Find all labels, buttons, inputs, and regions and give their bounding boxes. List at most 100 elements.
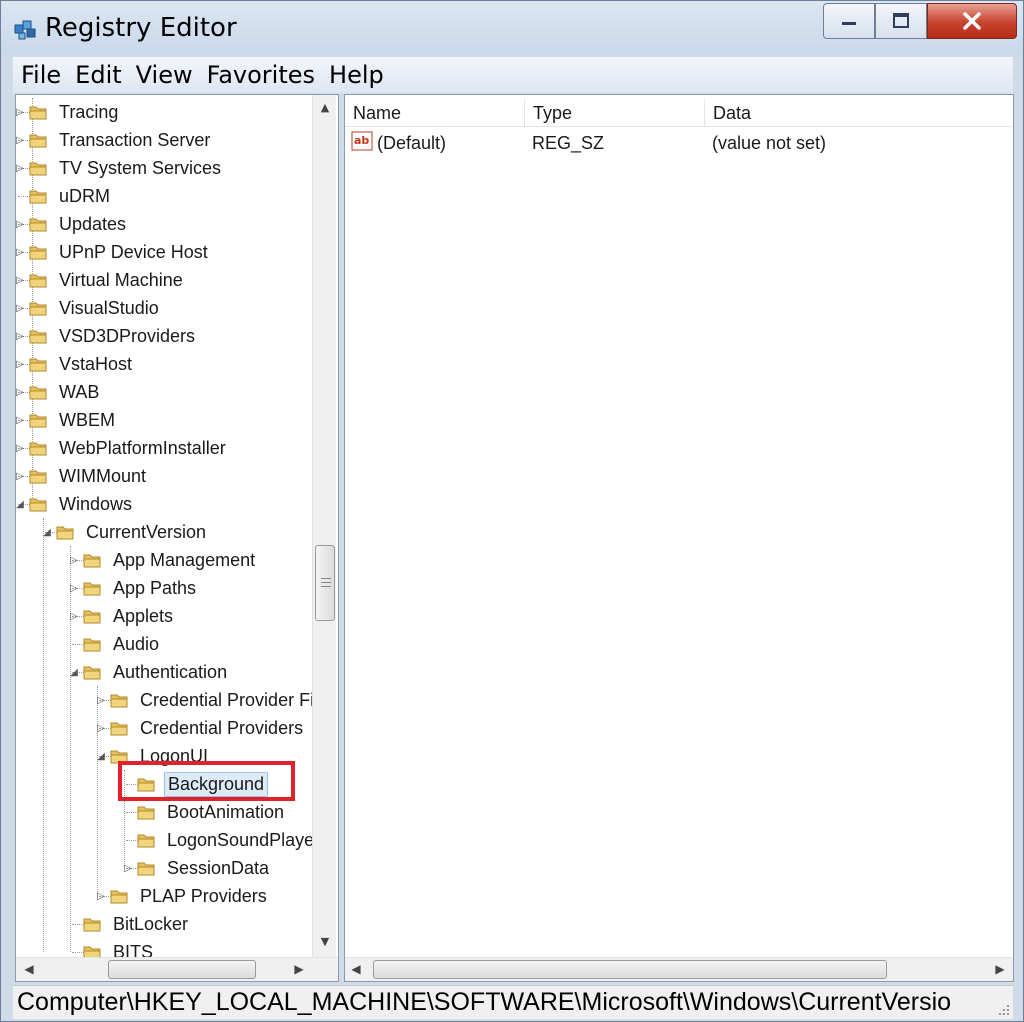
menu-favorites[interactable]: Favorites <box>207 61 315 89</box>
expand-arrow-icon[interactable]: ▷ <box>16 302 26 314</box>
tree-item[interactable]: ▷ Updates <box>16 210 129 238</box>
expand-arrow-icon[interactable]: ▷ <box>16 246 26 258</box>
tree-item-label: BitLocker <box>113 913 189 934</box>
tree-item[interactable]: ▷ TV System Services <box>16 154 224 182</box>
window-title: Registry Editor <box>45 13 237 43</box>
expand-arrow-icon[interactable]: ▷ <box>16 386 26 398</box>
close-button[interactable] <box>927 3 1017 39</box>
folder-icon <box>29 470 47 484</box>
tree-item[interactable]: ▷ WBEM <box>16 406 118 434</box>
expand-arrow-icon[interactable]: ▷ <box>16 274 26 286</box>
tree-item[interactable]: ▷ App Management <box>70 546 258 574</box>
expand-arrow-icon[interactable]: ▷ <box>122 862 134 874</box>
tree-item[interactable]: uDRM <box>28 182 113 210</box>
tree-item[interactable]: ▷ WAB <box>16 378 102 406</box>
column-header-name[interactable]: Name <box>345 99 525 127</box>
folder-icon <box>29 358 47 372</box>
list-hscroll-thumb[interactable] <box>373 960 887 979</box>
scroll-right-arrow-icon[interactable]: ▶ <box>292 962 306 976</box>
tree-item[interactable]: ▷ Credential Provider Fil <box>97 686 321 714</box>
tree-item[interactable]: ▷ App Paths <box>70 574 199 602</box>
scroll-down-arrow-icon[interactable]: ▼ <box>317 935 333 951</box>
menu-view[interactable]: View <box>136 61 193 89</box>
tree-item[interactable]: ▷ VisualStudio <box>16 294 162 322</box>
tree-vertical-scrollbar[interactable]: ▲ ▼ <box>312 95 336 957</box>
column-header-type[interactable]: Type <box>525 99 705 127</box>
maximize-icon <box>893 13 909 28</box>
tree-item[interactable]: ▷ WebPlatformInstaller <box>16 434 229 462</box>
folder-icon <box>83 666 101 680</box>
expand-arrow-icon[interactable]: ▷ <box>16 218 26 230</box>
collapse-arrow-icon[interactable]: ◢ <box>95 750 107 762</box>
scroll-left-arrow-icon[interactable]: ◀ <box>349 962 363 976</box>
tree-item[interactable]: LogonSoundPlaye <box>136 826 317 854</box>
expand-arrow-icon[interactable]: ▷ <box>16 470 26 482</box>
expand-arrow-icon[interactable]: ▷ <box>16 330 26 342</box>
tree-item[interactable]: ◢ Authentication <box>70 658 230 686</box>
menu-help[interactable]: Help <box>329 61 384 89</box>
scroll-up-arrow-icon[interactable]: ▲ <box>317 101 333 117</box>
minimize-button[interactable] <box>823 3 875 39</box>
tree-item[interactable]: Background <box>136 770 269 798</box>
expand-arrow-icon[interactable]: ▷ <box>68 610 80 622</box>
tree-item-label: Updates <box>59 213 127 234</box>
tree-item-label: Audio <box>113 633 160 654</box>
registry-key-tree[interactable]: ▷ Tracing ▷ Transaction Server ▷ TV System Se… <box>15 94 339 982</box>
tree-item[interactable]: Audio <box>82 630 162 658</box>
expand-arrow-icon[interactable]: ▷ <box>16 162 26 174</box>
tree-item[interactable]: ▷ VstaHost <box>16 350 135 378</box>
column-header-data[interactable]: Data <box>705 99 1013 127</box>
expand-arrow-icon[interactable]: ▷ <box>16 106 26 118</box>
expand-arrow-icon[interactable]: ▷ <box>68 554 80 566</box>
expand-arrow-icon[interactable]: ▷ <box>95 694 107 706</box>
collapse-arrow-icon[interactable]: ◢ <box>41 526 53 538</box>
tree-item-label: Credential Providers <box>140 717 304 738</box>
tree-scroll-thumb[interactable] <box>315 545 335 621</box>
resize-grip-icon[interactable] <box>995 1001 1011 1017</box>
folder-icon <box>29 386 47 400</box>
folder-icon <box>29 302 47 316</box>
scroll-right-arrow-icon[interactable]: ▶ <box>993 962 1007 976</box>
tree-item-label: VisualStudio <box>59 297 159 318</box>
tree-item[interactable]: ▷ Virtual Machine <box>16 266 186 294</box>
folder-icon <box>29 498 47 512</box>
tree-item[interactable]: ▷ SessionData <box>124 854 272 882</box>
tree-item[interactable]: ▷ UPnP Device Host <box>16 238 211 266</box>
registry-values-list[interactable]: Name Type Data ab (Default) REG_SZ (valu… <box>344 94 1014 982</box>
expand-arrow-icon[interactable]: ▷ <box>95 722 107 734</box>
tree-item[interactable]: ◢ CurrentVersion <box>43 518 209 546</box>
expand-arrow-icon[interactable]: ▷ <box>16 134 26 146</box>
title-bar[interactable]: Registry Editor <box>1 1 1023 55</box>
tree-item-label: PLAP Providers <box>140 885 267 906</box>
tree-item[interactable]: ▷ VSD3DProviders <box>16 322 198 350</box>
expand-arrow-icon[interactable]: ▷ <box>16 414 26 426</box>
expand-arrow-icon[interactable]: ▷ <box>16 442 26 454</box>
expand-arrow-icon[interactable]: ▷ <box>16 358 26 370</box>
collapse-arrow-icon[interactable]: ◢ <box>16 498 26 510</box>
folder-icon <box>29 218 47 232</box>
maximize-button[interactable] <box>875 3 927 39</box>
tree-item[interactable]: ▷ WIMMount <box>16 462 149 490</box>
tree-item[interactable]: ◢ Windows <box>16 490 135 518</box>
tree-item[interactable]: ▷ PLAP Providers <box>97 882 270 910</box>
expand-arrow-icon[interactable]: ▷ <box>68 582 80 594</box>
tree-item-label: UPnP Device Host <box>59 241 208 262</box>
tree-item[interactable]: ◢ LogonUI <box>97 742 211 770</box>
tree-horizontal-scrollbar[interactable]: ◀ ▶ <box>16 957 338 981</box>
tree-item[interactable]: ▷ Credential Providers <box>97 714 306 742</box>
menu-file[interactable]: File <box>21 61 61 89</box>
tree-item[interactable]: BootAnimation <box>136 798 287 826</box>
tree-item[interactable]: ▷ Transaction Server <box>16 126 213 154</box>
collapse-arrow-icon[interactable]: ◢ <box>68 666 80 678</box>
scroll-left-arrow-icon[interactable]: ◀ <box>22 962 36 976</box>
tree-hscroll-thumb[interactable] <box>108 960 256 979</box>
tree-item[interactable]: ▷ Applets <box>70 602 176 630</box>
tree-item[interactable]: BitLocker <box>82 910 191 938</box>
expand-arrow-icon[interactable]: ▷ <box>95 890 107 902</box>
menu-edit[interactable]: Edit <box>75 61 121 89</box>
tree-item-label: WIMMount <box>59 465 147 486</box>
list-horizontal-scrollbar[interactable]: ◀ ▶ <box>345 957 1013 981</box>
folder-icon <box>137 834 155 848</box>
tree-item[interactable]: ▷ Tracing <box>16 98 121 126</box>
folder-icon <box>137 806 155 820</box>
